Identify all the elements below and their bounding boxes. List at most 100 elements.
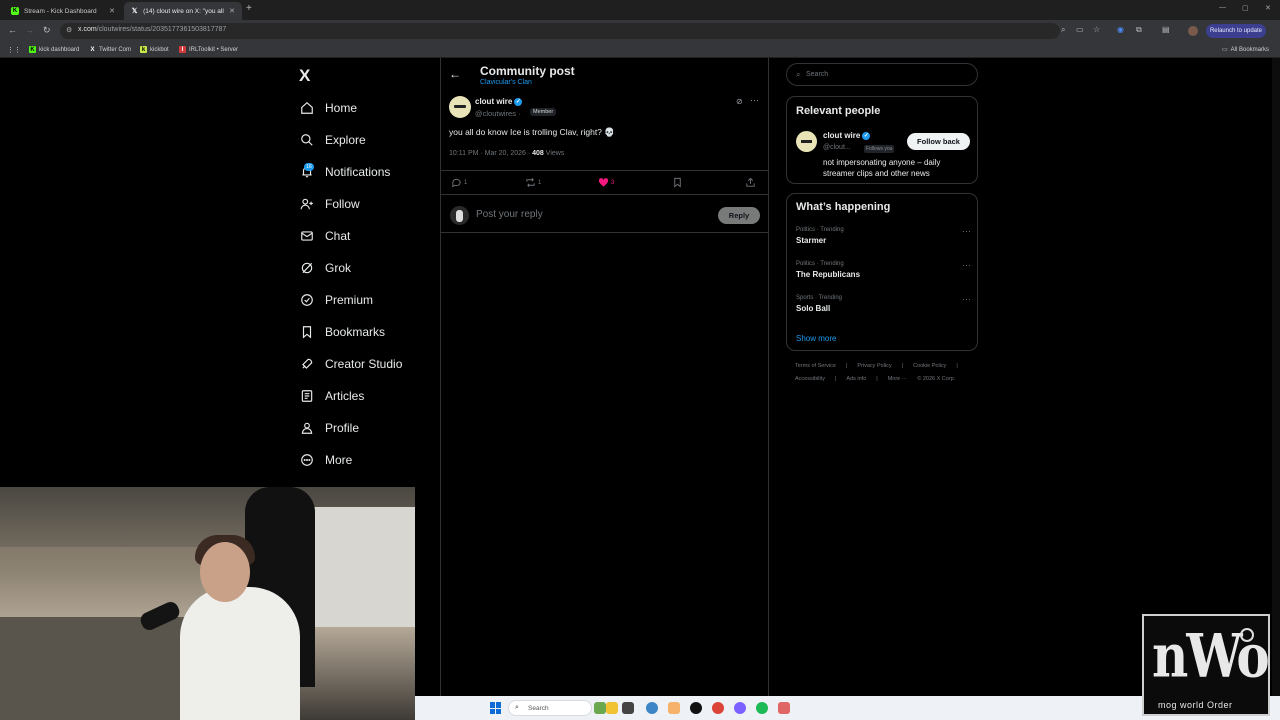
like-action[interactable]: 3 xyxy=(598,177,614,188)
spotify-icon[interactable] xyxy=(756,702,768,714)
grok-icon[interactable]: ⊘ xyxy=(736,97,743,106)
search-input[interactable]: ⌕ Search xyxy=(786,63,978,86)
trend-item[interactable]: Politics · Trending Starmer xyxy=(796,227,844,245)
minimize-icon[interactable]: — xyxy=(1219,4,1226,11)
bookmark-irltoolkit[interactable]: I IRLToolkit • Server xyxy=(179,46,238,53)
app-icon[interactable] xyxy=(622,702,634,714)
webcam-overlay xyxy=(0,487,415,720)
file-explorer-icon[interactable] xyxy=(668,702,680,714)
share-action[interactable] xyxy=(745,177,756,188)
nav-follow[interactable]: Follow xyxy=(299,193,360,215)
app-icon[interactable] xyxy=(690,702,702,714)
trend-item[interactable]: Politics · Trending The Republicans xyxy=(796,261,860,279)
follows-you-badge: Follows you xyxy=(864,145,895,153)
share-icon xyxy=(746,177,755,187)
app-widgets-icon[interactable] xyxy=(594,702,606,714)
app-icon[interactable] xyxy=(778,702,790,714)
all-bookmarks[interactable]: ▭ All Bookmarks xyxy=(1222,46,1269,54)
nav-articles[interactable]: Articles xyxy=(299,385,364,407)
tab-clout-wire[interactable]: 𝕏 (14) clout wire on X: "you all d... ✕ xyxy=(124,2,242,20)
footer-link[interactable]: Cookie Policy xyxy=(913,363,946,369)
site-info-icon[interactable]: ⚙ xyxy=(66,26,72,34)
repost-icon xyxy=(526,178,535,187)
person-handle[interactable]: @clout... xyxy=(823,144,851,151)
more-horizontal-icon[interactable]: ··· xyxy=(962,294,971,304)
views-label: Views xyxy=(543,150,565,157)
footer-links-row2: Accessibility | Ads info | More ··· © 20… xyxy=(795,376,956,382)
post-timestamp[interactable]: 10:11 PM · Mar 20, 2026 · xyxy=(449,150,532,157)
extensions-puzzle-icon[interactable]: ⧉ xyxy=(1136,25,1142,35)
mail-icon xyxy=(299,229,315,243)
reply-input[interactable]: Post your reply xyxy=(476,209,543,220)
person-avatar[interactable] xyxy=(796,131,817,152)
search-icon xyxy=(299,133,315,147)
app-icon[interactable] xyxy=(734,702,746,714)
footer-link[interactable]: Ads info xyxy=(846,376,866,382)
cast-icon[interactable]: ▭ xyxy=(1076,25,1084,34)
bookmark-action[interactable] xyxy=(672,177,683,188)
reload-icon[interactable]: ↻ xyxy=(43,25,51,36)
x-icon: X xyxy=(90,46,95,53)
person-name[interactable]: clout wire ✓ xyxy=(823,131,871,140)
x-logo[interactable]: X xyxy=(299,66,310,86)
community-link[interactable]: Clavicular's Clan xyxy=(480,79,532,86)
nav-creator-studio[interactable]: Creator Studio xyxy=(299,353,402,375)
app-icon[interactable] xyxy=(606,702,618,714)
close-icon[interactable]: ✕ xyxy=(109,7,115,15)
footer-link[interactable]: More ··· xyxy=(888,376,908,382)
apps-icon[interactable]: ⋮⋮ xyxy=(7,46,21,54)
footer-link[interactable]: Accessibility xyxy=(795,376,825,382)
scrollbar[interactable] xyxy=(1272,58,1280,696)
grok-icon xyxy=(299,261,315,275)
more-horizontal-icon[interactable]: ··· xyxy=(962,260,971,270)
extension-icon[interactable]: ◉ xyxy=(1117,25,1124,34)
nav-explore[interactable]: Explore xyxy=(299,129,366,151)
x-icon: 𝕏 xyxy=(131,8,138,15)
nav-profile[interactable]: Profile xyxy=(299,417,359,439)
home-icon xyxy=(299,101,315,115)
back-icon[interactable]: ← xyxy=(8,25,17,35)
author-handle[interactable]: @cloutwires · xyxy=(475,109,521,118)
nav-more[interactable]: More xyxy=(299,449,352,471)
sidepanel-icon[interactable]: ▤ xyxy=(1162,25,1170,34)
new-tab-button[interactable]: + xyxy=(246,3,252,14)
bookmark-kick-dashboard[interactable]: K kick dashboard xyxy=(29,46,79,53)
taskbar-search[interactable]: ⌕ Search xyxy=(508,700,592,716)
article-icon xyxy=(299,389,315,403)
bookmark-icon xyxy=(674,177,681,188)
footer-link[interactable]: Terms of Service xyxy=(795,363,836,369)
maximize-icon[interactable]: ▢ xyxy=(1242,4,1249,12)
reply-button[interactable]: Reply xyxy=(718,207,760,224)
footer-link[interactable]: Privacy Policy xyxy=(857,363,891,369)
address-bar[interactable]: ⚙ x.com/cloutwires/status/20351773615038… xyxy=(60,23,1060,39)
show-more-link[interactable]: Show more xyxy=(796,334,836,343)
profile-avatar[interactable] xyxy=(1188,26,1198,36)
nav-home[interactable]: Home xyxy=(299,97,357,119)
rocket-icon xyxy=(299,357,315,371)
more-horizontal-icon[interactable]: ··· xyxy=(962,226,971,236)
trend-item[interactable]: Sports · Trending Solo Ball xyxy=(796,295,842,313)
relaunch-button[interactable]: Relaunch to update xyxy=(1206,24,1266,38)
back-arrow-icon[interactable]: ← xyxy=(449,67,461,81)
nav-premium[interactable]: Premium xyxy=(299,289,373,311)
bookmark-kickbot[interactable]: k kickbot xyxy=(140,46,169,53)
repost-action[interactable]: 1 xyxy=(525,177,541,188)
reply-action[interactable]: 1 xyxy=(451,177,467,188)
nav-chat[interactable]: Chat xyxy=(299,225,350,247)
bookmark-twitter-com[interactable]: X Twitter Com xyxy=(89,46,131,53)
window-close-icon[interactable]: ✕ xyxy=(1265,4,1271,12)
author-avatar[interactable] xyxy=(449,96,471,118)
follow-back-button[interactable]: Follow back xyxy=(907,133,970,150)
zoom-icon[interactable]: ⌕ xyxy=(1061,25,1065,35)
forward-icon[interactable]: → xyxy=(25,25,34,35)
nav-bookmarks[interactable]: Bookmarks xyxy=(299,321,385,343)
more-horizontal-icon[interactable]: ··· xyxy=(750,95,759,105)
tab-kick-dashboard[interactable]: K Stream - Kick Dashboard ✕ xyxy=(4,2,122,20)
star-icon[interactable]: ☆ xyxy=(1093,25,1100,34)
close-icon[interactable]: ✕ xyxy=(229,7,235,15)
windows-start-icon[interactable] xyxy=(490,702,502,714)
chrome-icon[interactable] xyxy=(712,702,724,714)
nav-grok[interactable]: Grok xyxy=(299,257,351,279)
app-icon[interactable] xyxy=(646,702,658,714)
author-name[interactable]: clout wire ✓ xyxy=(475,97,523,106)
